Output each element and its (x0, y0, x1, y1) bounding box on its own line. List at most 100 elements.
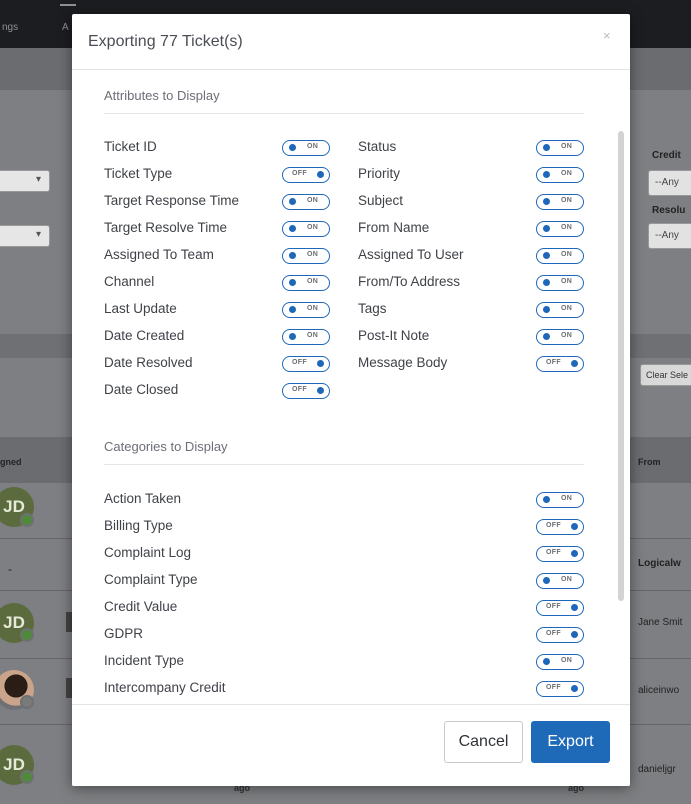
section-divider (104, 113, 584, 114)
toggle-priority[interactable]: ON (536, 167, 584, 183)
label-from-to-address: From/To Address (358, 274, 461, 289)
toggle-state-text: ON (561, 495, 573, 502)
toggle-knob-icon (289, 144, 296, 151)
toggle-from-name[interactable]: ON (536, 221, 584, 237)
filter-select-resolution[interactable]: --Any (648, 223, 691, 249)
toggle-knob-icon (317, 171, 324, 178)
toggle-state-text: ON (307, 305, 319, 312)
toggle-state-text: ON (561, 143, 573, 150)
offline-x-icon (20, 695, 34, 709)
label-priority: Priority (358, 166, 401, 181)
chevron-down-icon: ▾ (35, 174, 41, 185)
toggle-billing-type[interactable]: OFF (536, 519, 584, 535)
categories-heading: Categories to Display (104, 439, 228, 454)
toggle-state-text: ON (307, 143, 319, 150)
toggle-knob-icon (571, 631, 578, 638)
toggle-state-text: ON (561, 224, 573, 231)
from-cell: Jane Smit (638, 617, 683, 628)
toggle-state-text: ON (561, 305, 573, 312)
cancel-button[interactable]: Cancel (444, 721, 523, 763)
assigned-empty: - (8, 562, 12, 576)
toggle-gdpr[interactable]: OFF (536, 627, 584, 643)
toggle-knob-icon (543, 225, 550, 232)
toggle-status[interactable]: ON (536, 140, 584, 156)
label-incident-type: Incident Type (104, 653, 185, 668)
toggle-last-update[interactable]: ON (282, 302, 330, 318)
label-intercompany-credit: Intercompany Credit (104, 680, 226, 695)
toggle-complaint-log[interactable]: OFF (536, 546, 584, 562)
nav-item-next[interactable]: A (62, 22, 69, 33)
toggle-knob-icon (571, 523, 578, 530)
toggle-channel[interactable]: ON (282, 275, 330, 291)
toggle-target-resolve-time[interactable]: ON (282, 221, 330, 237)
label-subject: Subject (358, 193, 404, 208)
export-button[interactable]: Export (531, 721, 610, 763)
from-cell: aliceinwo (638, 685, 680, 696)
toggle-ticket-type[interactable]: OFF (282, 167, 330, 183)
modal-scrollbar[interactable] (618, 131, 624, 601)
online-check-icon (20, 513, 34, 527)
toggle-date-created[interactable]: ON (282, 329, 330, 345)
section-divider (104, 464, 584, 465)
toggle-assigned-to-user[interactable]: ON (536, 248, 584, 264)
toggle-target-response-time[interactable]: ON (282, 194, 330, 210)
label-post-it-note: Post-It Note (358, 328, 430, 343)
filter-label-resolution: Resolu (652, 205, 686, 216)
label-status: Status (358, 139, 397, 154)
toggle-knob-icon (571, 685, 578, 692)
label-assigned-to-team: Assigned To Team (104, 247, 214, 262)
toggle-knob-icon (289, 225, 296, 232)
column-from[interactable]: From (638, 457, 661, 467)
column-assigned[interactable]: gned (0, 457, 22, 467)
toggle-knob-icon (289, 198, 296, 205)
from-cell: danieljgr (638, 764, 676, 775)
toggle-state-text: ON (561, 332, 573, 339)
toggle-credit-value[interactable]: OFF (536, 600, 584, 616)
label-date-resolved: Date Resolved (104, 355, 193, 370)
toggle-state-text: ON (307, 224, 319, 231)
toggle-knob-icon (289, 333, 296, 340)
toggle-knob-icon (543, 658, 550, 665)
toggle-state-text: ON (307, 197, 319, 204)
toggle-knob-icon (571, 360, 578, 367)
toggle-knob-icon (289, 252, 296, 259)
toggle-assigned-to-team[interactable]: ON (282, 248, 330, 264)
toggle-state-text: OFF (546, 522, 561, 529)
toggle-intercompany-credit[interactable]: OFF (536, 681, 584, 697)
toggle-knob-icon (571, 604, 578, 611)
toggle-knob-icon (543, 496, 550, 503)
nav-item-settings[interactable]: ngs (2, 22, 18, 33)
toggle-state-text: OFF (292, 386, 307, 393)
toggle-tags[interactable]: ON (536, 302, 584, 318)
toggle-post-it-note[interactable]: ON (536, 329, 584, 345)
filter-select-1[interactable]: ▾ (0, 170, 50, 192)
label-assigned-to-user: Assigned To User (358, 247, 464, 262)
clear-selection-button[interactable]: Clear Sele (640, 364, 691, 386)
label-last-update: Last Update (104, 301, 177, 316)
toggle-knob-icon (317, 360, 324, 367)
label-from-name: From Name (358, 220, 430, 235)
modal-body: Attributes to Display Ticket ID ON Ticket … (72, 71, 630, 704)
label-complaint-type: Complaint Type (104, 572, 198, 587)
close-icon[interactable]: × (603, 28, 611, 43)
toggle-state-text: ON (307, 278, 319, 285)
toggle-action-taken[interactable]: ON (536, 492, 584, 508)
toggle-ticket-id[interactable]: ON (282, 140, 330, 156)
label-ticket-type: Ticket Type (104, 166, 173, 181)
toggle-complaint-type[interactable]: ON (536, 573, 584, 589)
filter-select-credit[interactable]: --Any (648, 170, 691, 196)
toggle-message-body[interactable]: OFF (536, 356, 584, 372)
label-credit-value: Credit Value (104, 599, 178, 614)
toggle-state-text: OFF (546, 549, 561, 556)
label-target-response-time: Target Response Time (104, 193, 240, 208)
toggle-date-closed[interactable]: OFF (282, 383, 330, 399)
toggle-incident-type[interactable]: ON (536, 654, 584, 670)
toggle-from-to-address[interactable]: ON (536, 275, 584, 291)
filter-select-2[interactable]: ▾ (0, 225, 50, 247)
label-tags: Tags (358, 301, 387, 316)
toggle-date-resolved[interactable]: OFF (282, 356, 330, 372)
toggle-state-text: ON (561, 278, 573, 285)
toggle-knob-icon (317, 387, 324, 394)
label-target-resolve-time: Target Resolve Time (104, 220, 228, 235)
toggle-subject[interactable]: ON (536, 194, 584, 210)
